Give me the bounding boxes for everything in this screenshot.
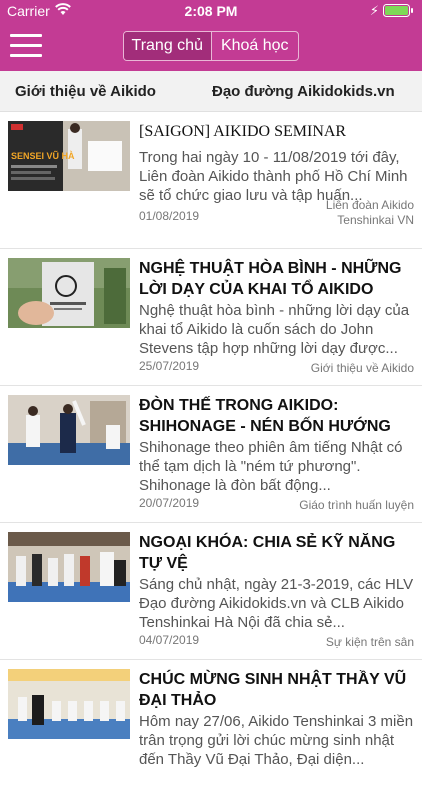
- main-segmented-control: Trang chủ Khoá học: [123, 31, 299, 61]
- article-thumbnail: [8, 669, 130, 739]
- status-time: 2:08 PM: [184, 3, 238, 19]
- status-bar: Carrier 2:08 PM ⚡: [0, 0, 422, 22]
- article-thumbnail: [8, 258, 130, 328]
- segment-courses[interactable]: Khoá học: [212, 32, 299, 60]
- article-date: 04/07/2019: [139, 633, 200, 647]
- battery-icon: [383, 4, 414, 17]
- article-category: Sự kiện trên sân: [325, 635, 414, 649]
- article-item[interactable]: NGOẠI KHÓA: CHIA SẺ KỸ NĂNG TỰ VỆ Sáng c…: [0, 523, 422, 660]
- article-category: Giới thiệu về Aikido: [310, 361, 414, 375]
- article-item[interactable]: NGHỆ THUẬT HÒA BÌNH - NHỮNG LỜI DẠY CỦA …: [0, 249, 422, 386]
- article-date: 25/07/2019: [139, 359, 200, 373]
- tab-aikidokids-dojo[interactable]: Đạo đường Aikidokids.vn: [212, 83, 395, 100]
- tab-about-aikido[interactable]: Giới thiệu về Aikido: [15, 83, 156, 100]
- segment-home[interactable]: Trang chủ: [124, 32, 211, 60]
- article-excerpt: Trong hai ngày 10 - 11/08/2019 tới đây, …: [139, 149, 408, 204]
- article-thumbnail: SENSEI VŨ HÀ: [8, 121, 130, 191]
- article-category: Liên đoàn Aikido Tenshinkai VN: [325, 198, 414, 227]
- article-excerpt: Nghệ thuật hòa bình - những lời dạy của …: [139, 302, 410, 357]
- article-excerpt: Sáng chủ nhật, ngày 21-3-2019, các HLV Đ…: [139, 576, 414, 631]
- article-date: 20/07/2019: [139, 496, 200, 510]
- thumb-caption: SENSEI VŨ HÀ: [11, 151, 75, 161]
- article-title: NGHỆ THUẬT HÒA BÌNH - NHỮNG LỜI DẠY CỦA …: [139, 260, 402, 298]
- article-item[interactable]: SENSEI VŨ HÀ [SAIGON] AIKIDO SEMINAR Tro…: [0, 112, 422, 249]
- article-category: Giáo trình huấn luyện: [299, 498, 414, 512]
- app-header: Carrier 2:08 PM ⚡ Trang chủ Khoá học: [0, 0, 422, 71]
- article-title: CHÚC MỪNG SINH NHẬT THẦY VŨ ĐẠI THẢO: [139, 671, 407, 709]
- article-item[interactable]: ĐÒN THẾ TRONG AIKIDO: SHIHONAGE - NÉN BỐ…: [0, 386, 422, 523]
- article-title: ĐÒN THẾ TRONG AIKIDO: SHIHONAGE - NÉN BỐ…: [139, 397, 391, 435]
- charging-icon: ⚡: [369, 3, 379, 18]
- category-tabs: Giới thiệu về Aikido Đạo đường Aikidokid…: [0, 71, 422, 112]
- article-thumbnail: [8, 395, 130, 465]
- article-excerpt: Hôm nay 27/06, Aikido Tenshinkai 3 miền …: [139, 713, 414, 768]
- article-excerpt: Shihonage theo phiên âm tiếng Nhật có th…: [139, 439, 403, 494]
- article-title: [SAIGON] AIKIDO SEMINAR: [139, 123, 347, 140]
- article-title: NGOẠI KHÓA: CHIA SẺ KỸ NĂNG TỰ VỆ: [139, 534, 396, 572]
- article-list: SENSEI VŨ HÀ [SAIGON] AIKIDO SEMINAR Tro…: [0, 112, 422, 797]
- article-thumbnail: [8, 532, 130, 602]
- hamburger-menu-icon[interactable]: [10, 34, 42, 58]
- article-item[interactable]: CHÚC MỪNG SINH NHẬT THẦY VŨ ĐẠI THẢO Hôm…: [0, 660, 422, 797]
- article-date: 01/08/2019: [139, 209, 200, 223]
